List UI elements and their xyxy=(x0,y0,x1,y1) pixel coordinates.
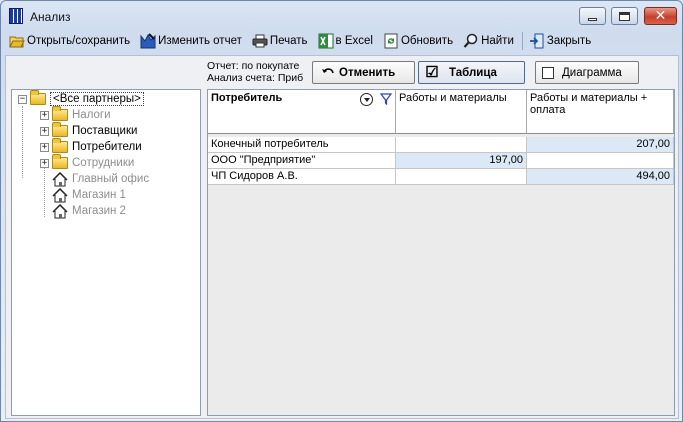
consumer-cell[interactable]: ЧП Сидоров А.В. xyxy=(208,169,396,185)
folder-icon xyxy=(52,154,68,169)
column-header-works-paid[interactable]: Работы и материалы + оплата xyxy=(527,90,674,134)
works-cell[interactable] xyxy=(396,169,527,185)
minimize-icon xyxy=(588,17,597,21)
tree-item-label: Главный офис xyxy=(72,173,150,185)
excel-icon xyxy=(318,33,334,49)
tree-guide-line xyxy=(22,106,23,178)
tree-item-consumers[interactable]: + Потребители xyxy=(40,138,142,155)
cancel-button[interactable]: Отменить xyxy=(312,61,415,84)
report-line: Отчет: по покупате xyxy=(207,60,300,72)
app-icon xyxy=(9,8,23,24)
find-button[interactable]: Найти xyxy=(459,31,520,51)
chart-label: Диаграмма xyxy=(562,66,622,79)
column-header-label: Работы и материалы xyxy=(399,92,507,104)
folder-icon xyxy=(52,138,68,153)
tree-root-label: <Все партнеры> xyxy=(50,92,144,106)
close-button[interactable]: Закрыть xyxy=(525,31,597,51)
column-header-label: Работы и материалы + оплата xyxy=(530,92,648,116)
works-paid-cell[interactable] xyxy=(527,153,674,169)
exit-door-icon xyxy=(529,33,545,49)
open-save-label: Открыть/сохранить xyxy=(27,35,131,47)
print-label: Печать xyxy=(269,35,308,47)
column-header-works[interactable]: Работы и материалы xyxy=(396,90,527,134)
tree-item-label: Поставщики xyxy=(72,125,138,137)
table-label: Таблица xyxy=(449,66,497,79)
refresh-icon xyxy=(383,33,399,49)
expand-icon[interactable]: + xyxy=(40,142,49,152)
partner-tree[interactable]: − <Все партнеры> + Налоги + Поставщики +… xyxy=(11,89,201,416)
chart-toggle-button[interactable]: Диаграмма xyxy=(535,61,639,84)
folder-icon xyxy=(52,122,68,137)
folder-open-icon xyxy=(30,90,46,105)
expand-icon[interactable]: + xyxy=(40,126,49,136)
table-row[interactable]: ООО "Предприятие" 197,00 xyxy=(208,153,674,169)
close-window-button[interactable]: ✕ xyxy=(644,7,677,25)
table-checkbox[interactable]: ☑ xyxy=(425,65,439,80)
data-grid[interactable]: Потребитель Работы и материалы Работы и … xyxy=(207,89,675,416)
account-analysis-line: Анализ счета: Приб xyxy=(207,72,304,84)
maximize-button[interactable] xyxy=(611,7,638,25)
printer-icon xyxy=(252,33,268,49)
house-icon xyxy=(52,187,68,202)
export-excel-button[interactable]: в Excel xyxy=(314,31,379,51)
tree-item-taxes[interactable]: + Налоги xyxy=(40,106,111,123)
toolbar: Открыть/сохранить Изменить отчет Печать … xyxy=(5,30,679,52)
refresh-label: Обновить xyxy=(400,35,454,47)
filter-icon[interactable] xyxy=(380,93,392,105)
house-icon xyxy=(52,203,68,218)
tree-item-store-2[interactable]: Магазин 2 xyxy=(52,203,126,219)
house-icon xyxy=(52,171,68,186)
window-title: Анализ xyxy=(30,10,71,24)
table-row[interactable]: Конечный потребитель 207,00 xyxy=(208,137,674,153)
maximize-icon xyxy=(619,11,630,21)
works-paid-cell[interactable]: 207,00 xyxy=(527,137,674,153)
tree-item-label: Потребители xyxy=(72,141,142,153)
column-header-label: Потребитель xyxy=(211,92,283,104)
sort-dropdown-icon[interactable] xyxy=(360,93,373,106)
minimize-button[interactable] xyxy=(579,7,606,25)
export-excel-label: в Excel xyxy=(335,35,373,47)
analysis-window: Анализ ✕ Открыть/сохранить Изменить отче… xyxy=(0,0,683,422)
toolbar-separator xyxy=(521,32,523,50)
tree-item-label: Магазин 1 xyxy=(72,189,126,201)
consumer-cell[interactable]: Конечный потребитель xyxy=(208,137,396,153)
expand-icon[interactable]: + xyxy=(40,158,49,168)
refresh-button[interactable]: Обновить xyxy=(379,31,459,51)
column-header-consumer[interactable]: Потребитель xyxy=(208,90,396,134)
undo-icon xyxy=(321,66,334,80)
client-area: Отчет: по покупате Анализ счета: Приб От… xyxy=(5,55,679,419)
title-bar[interactable]: Анализ ✕ xyxy=(1,1,682,29)
tree-item-head-office[interactable]: Главный офис xyxy=(52,171,149,187)
open-save-button[interactable]: Открыть/сохранить xyxy=(5,31,136,51)
edit-report-icon xyxy=(140,33,156,49)
cancel-label: Отменить xyxy=(339,66,396,79)
report-info: Отчет: по покупате Анализ счета: Приб xyxy=(207,60,303,84)
edit-report-label: Изменить отчет xyxy=(158,35,242,47)
find-label: Найти xyxy=(481,35,514,47)
consumer-cell[interactable]: ООО "Предприятие" xyxy=(208,153,396,169)
edit-report-button[interactable]: Изменить отчет xyxy=(136,31,248,51)
grid-header: Потребитель Работы и материалы Работы и … xyxy=(208,90,674,134)
tree-item-employees[interactable]: + Сотрудники xyxy=(40,154,135,171)
print-button[interactable]: Печать xyxy=(248,31,314,51)
folder-icon xyxy=(52,106,68,121)
close-icon: ✕ xyxy=(654,8,667,24)
chart-checkbox[interactable] xyxy=(542,66,554,79)
tree-item-store-1[interactable]: Магазин 1 xyxy=(52,187,126,203)
tree-item-label: Магазин 2 xyxy=(72,205,126,217)
works-paid-cell[interactable]: 494,00 xyxy=(527,169,674,185)
table-row[interactable]: ЧП Сидоров А.В. 494,00 xyxy=(208,169,674,185)
works-cell[interactable] xyxy=(396,137,527,153)
search-icon xyxy=(463,33,479,49)
tree-item-label: Налоги xyxy=(72,109,111,121)
open-folder-icon xyxy=(9,33,25,49)
works-cell[interactable]: 197,00 xyxy=(396,153,527,169)
table-toggle-button[interactable]: ☑ Таблица xyxy=(418,61,525,84)
tree-item-label: Сотрудники xyxy=(72,157,135,169)
close-label: Закрыть xyxy=(546,35,592,47)
collapse-icon[interactable]: − xyxy=(18,94,27,104)
expand-icon[interactable]: + xyxy=(40,110,49,120)
tree-root[interactable]: − <Все партнеры> xyxy=(18,90,144,107)
tree-item-suppliers[interactable]: + Поставщики xyxy=(40,122,138,139)
